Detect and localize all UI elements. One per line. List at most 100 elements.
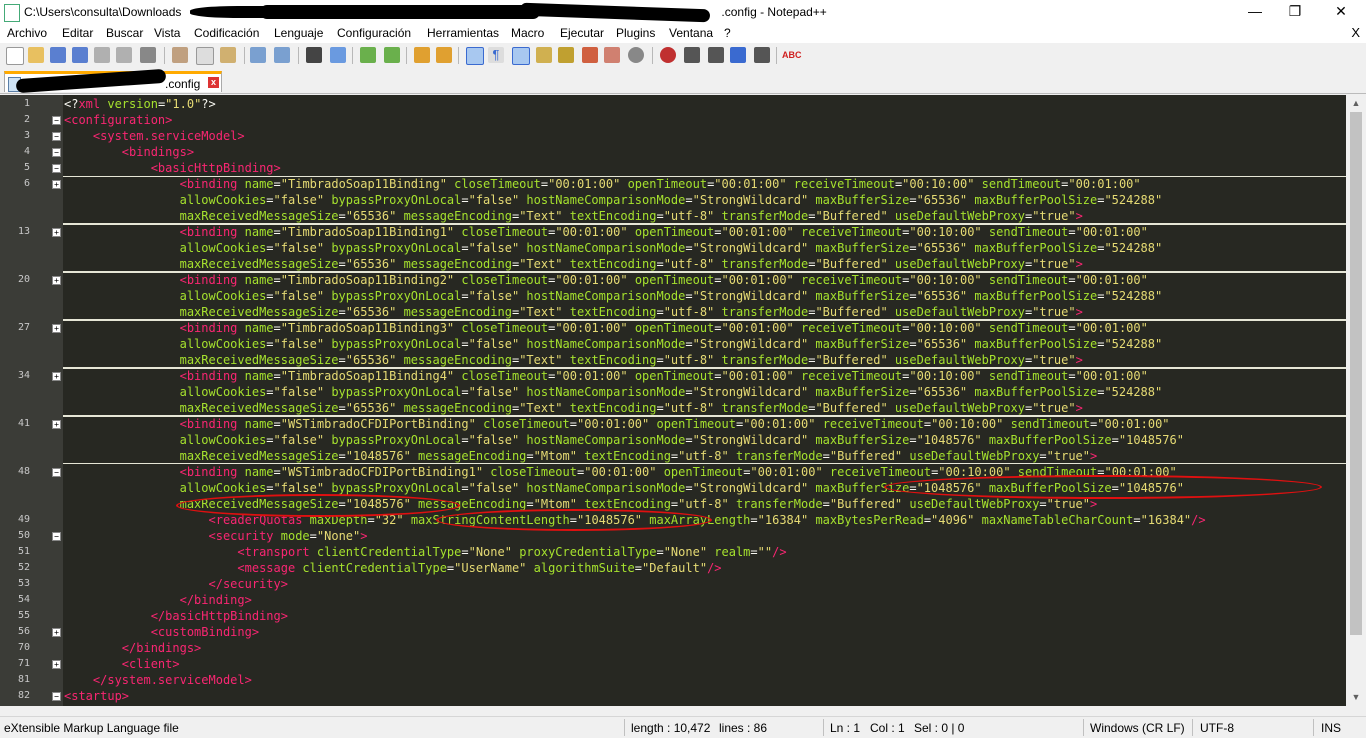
- fold-collapse-icon[interactable]: −: [52, 468, 61, 477]
- spell-check-icon[interactable]: ABC: [782, 47, 802, 63]
- menu-archivo[interactable]: Archivo: [7, 26, 47, 40]
- close-doc-button[interactable]: X: [1351, 25, 1360, 40]
- fold-collapse-icon[interactable]: −: [52, 132, 61, 141]
- function-list-icon[interactable]: [582, 47, 598, 63]
- restore-button[interactable]: ❐: [1272, 0, 1318, 24]
- code-line[interactable]: allowCookies="false" bypassProxyOnLocal=…: [0, 240, 1346, 256]
- code-line[interactable]: maxReceivedMessageSize="65536" messageEn…: [0, 304, 1346, 320]
- code-line[interactable]: 70 </bindings>: [0, 640, 1346, 656]
- menu-codificacion[interactable]: Codificación: [194, 26, 259, 40]
- play-macro-icon[interactable]: [708, 47, 724, 63]
- close-window-button[interactable]: ✕: [1318, 0, 1364, 24]
- code-line[interactable]: 53 </security>: [0, 576, 1346, 592]
- scroll-thumb[interactable]: [1350, 112, 1362, 635]
- code-line[interactable]: maxReceivedMessageSize="1048576" message…: [0, 448, 1346, 464]
- code-line[interactable]: 4 − <bindings>: [0, 144, 1346, 160]
- menu-macro[interactable]: Macro: [511, 26, 544, 40]
- code-line[interactable]: allowCookies="false" bypassProxyOnLocal=…: [0, 336, 1346, 352]
- indent-guide-icon[interactable]: [512, 47, 530, 65]
- zoom-out-icon[interactable]: [384, 47, 400, 63]
- print-icon[interactable]: [140, 47, 156, 63]
- code-line[interactable]: maxReceivedMessageSize="65536" messageEn…: [0, 400, 1346, 416]
- replace-icon[interactable]: [330, 47, 346, 63]
- menu-vista[interactable]: Vista: [154, 26, 180, 40]
- code-line[interactable]: allowCookies="false" bypassProxyOnLocal=…: [0, 432, 1346, 448]
- sync-vertical-icon[interactable]: [414, 47, 430, 63]
- code-line[interactable]: 51 <transport clientCredentialType="None…: [0, 544, 1346, 560]
- code-line[interactable]: 20 + <binding name="TimbradoSoap11Binding…: [0, 272, 1346, 288]
- save-macro-icon[interactable]: [754, 47, 770, 63]
- show-all-chars-icon[interactable]: ¶: [488, 47, 504, 63]
- zoom-in-icon[interactable]: [360, 47, 376, 63]
- redo-icon[interactable]: [274, 47, 290, 63]
- code-line[interactable]: allowCookies="false" bypassProxyOnLocal=…: [0, 288, 1346, 304]
- folder-workspace-icon[interactable]: [604, 47, 620, 63]
- horizontal-scrollbar[interactable]: [0, 706, 1346, 716]
- code-line[interactable]: 71 + <client>: [0, 656, 1346, 672]
- scroll-up-icon[interactable]: ▲: [1346, 95, 1366, 112]
- menu-ejecutar[interactable]: Ejecutar: [560, 26, 604, 40]
- close-all-icon[interactable]: [116, 47, 132, 63]
- code-line[interactable]: 54 </binding>: [0, 592, 1346, 608]
- cut-icon[interactable]: [172, 47, 188, 63]
- fold-collapse-icon[interactable]: −: [52, 116, 61, 125]
- code-line[interactable]: 34 + <binding name="TimbradoSoap11Binding…: [0, 368, 1346, 384]
- fold-expand-icon[interactable]: +: [52, 628, 61, 637]
- menu-buscar[interactable]: Buscar: [106, 26, 143, 40]
- menu-lenguaje[interactable]: Lenguaje: [274, 26, 323, 40]
- fold-expand-icon[interactable]: +: [52, 276, 61, 285]
- close-file-icon[interactable]: [94, 47, 110, 63]
- sync-horizontal-icon[interactable]: [436, 47, 452, 63]
- code-line[interactable]: 1 <?xml version="1.0"?>: [0, 96, 1346, 112]
- menu-help[interactable]: ?: [724, 26, 731, 40]
- undo-icon[interactable]: [250, 47, 266, 63]
- code-line[interactable]: 6 + <binding name="TimbradoSoap11Binding"…: [0, 176, 1346, 192]
- fold-collapse-icon[interactable]: −: [52, 532, 61, 541]
- fold-expand-icon[interactable]: +: [52, 228, 61, 237]
- code-line[interactable]: allowCookies="false" bypassProxyOnLocal=…: [0, 384, 1346, 400]
- fold-expand-icon[interactable]: +: [52, 372, 61, 381]
- save-all-icon[interactable]: [72, 47, 88, 63]
- record-macro-icon[interactable]: [660, 47, 676, 63]
- code-line[interactable]: 52 <message clientCredentialType="UserNa…: [0, 560, 1346, 576]
- vertical-scrollbar[interactable]: ▲ ▼: [1346, 95, 1366, 706]
- code-line[interactable]: 13 + <binding name="TimbradoSoap11Binding…: [0, 224, 1346, 240]
- menu-configuracion[interactable]: Configuración: [337, 26, 411, 40]
- fold-collapse-icon[interactable]: −: [52, 164, 61, 173]
- code-line[interactable]: 55 </basicHttpBinding>: [0, 608, 1346, 624]
- word-wrap-icon[interactable]: [466, 47, 484, 65]
- code-line[interactable]: 27 + <binding name="TimbradoSoap11Binding…: [0, 320, 1346, 336]
- menu-herramientas[interactable]: Herramientas: [427, 26, 499, 40]
- code-line[interactable]: 3 − <system.serviceModel>: [0, 128, 1346, 144]
- code-line[interactable]: 50 − <security mode="None">: [0, 528, 1346, 544]
- code-line[interactable]: 2 − <configuration>: [0, 112, 1346, 128]
- udl-icon[interactable]: [536, 47, 552, 63]
- scroll-down-icon[interactable]: ▼: [1346, 689, 1366, 706]
- fold-collapse-icon[interactable]: −: [52, 692, 61, 701]
- fold-expand-icon[interactable]: +: [52, 660, 61, 669]
- fold-expand-icon[interactable]: +: [52, 180, 61, 189]
- menu-ventana[interactable]: Ventana: [669, 26, 713, 40]
- new-file-icon[interactable]: [6, 47, 24, 65]
- code-line[interactable]: 56 + <customBinding>: [0, 624, 1346, 640]
- code-line[interactable]: 41 + <binding name="WSTimbradoCFDIPortBin…: [0, 416, 1346, 432]
- copy-icon[interactable]: [196, 47, 214, 65]
- stop-macro-icon[interactable]: [684, 47, 700, 63]
- fold-collapse-icon[interactable]: −: [52, 148, 61, 157]
- code-line[interactable]: maxReceivedMessageSize="65536" messageEn…: [0, 352, 1346, 368]
- open-file-icon[interactable]: [28, 47, 44, 63]
- fold-expand-icon[interactable]: +: [52, 324, 61, 333]
- paste-icon[interactable]: [220, 47, 236, 63]
- code-line[interactable]: 82 − <startup>: [0, 688, 1346, 704]
- fold-expand-icon[interactable]: +: [52, 420, 61, 429]
- editor-area[interactable]: 1 <?xml version="1.0"?> 2− <configuration> 3…: [0, 95, 1346, 706]
- doc-map-icon[interactable]: [558, 47, 574, 63]
- save-icon[interactable]: [50, 47, 66, 63]
- code-line[interactable]: 81 </system.serviceModel>: [0, 672, 1346, 688]
- code-line[interactable]: 5 − <basicHttpBinding>: [0, 160, 1346, 176]
- code-line[interactable]: maxReceivedMessageSize="65536" messageEn…: [0, 208, 1346, 224]
- find-icon[interactable]: [306, 47, 322, 63]
- menu-editar[interactable]: Editar: [62, 26, 93, 40]
- menu-plugins[interactable]: Plugins: [616, 26, 655, 40]
- tab-close-icon[interactable]: x: [208, 77, 219, 88]
